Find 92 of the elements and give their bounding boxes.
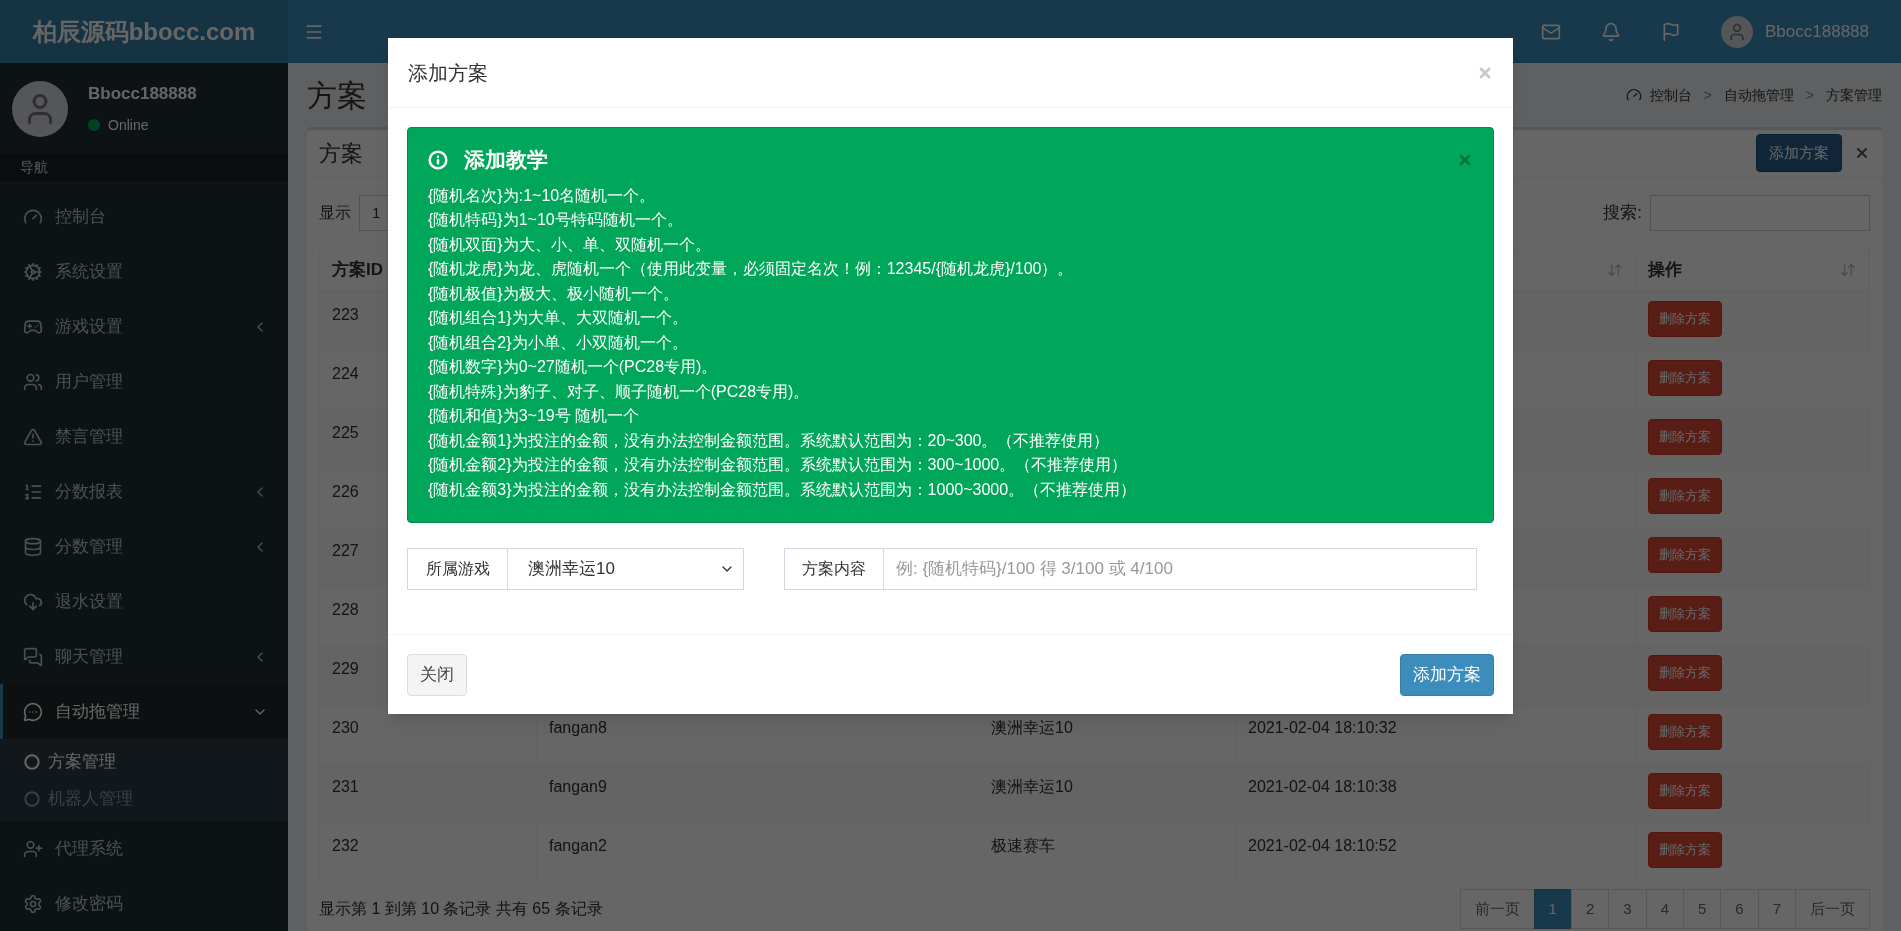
alert-title: 添加教学 <box>464 147 549 173</box>
submenu-item[interactable]: 方案管理 <box>0 743 288 780</box>
search-label: 搜索: <box>1603 202 1642 225</box>
page-link[interactable]: 2 <box>1570 889 1610 929</box>
table-cell: 224 <box>332 365 359 382</box>
plan-content-field[interactable]: 例: {随机特码}/100 得 3/100 或 4/100 <box>884 548 1477 590</box>
page-title: 方案 <box>307 78 367 112</box>
modal-title: 添加方案 <box>408 60 489 86</box>
gear-icon <box>23 893 43 914</box>
comment-icon <box>23 701 43 722</box>
circle-icon <box>24 790 40 807</box>
breadcrumb-separator: > <box>1805 85 1814 105</box>
alert-line: {随机特殊}为豹子、对子、顺子随机一个(PC28专用)。 <box>428 381 811 402</box>
alert-line: {随机名次}为:1~10名随机一个。 <box>428 185 657 206</box>
flag-icon[interactable] <box>1661 21 1681 42</box>
table-cell: 2021-02-04 18:10:38 <box>1248 778 1397 795</box>
table-cell: 230 <box>332 719 359 736</box>
table-cell: 2021-02-04 18:10:32 <box>1248 719 1397 736</box>
table-cell: 澳洲幸运10 <box>991 719 1073 736</box>
alert-line: {随机金额2}为投注的金额，没有办法控制金额范围。系统默认范围为：300~1000。（不推荐使用） <box>428 455 1129 475</box>
breadcrumb-link[interactable]: 自动拖管理 <box>1723 84 1794 106</box>
page-link[interactable]: 1 <box>1533 889 1572 929</box>
avatar[interactable] <box>1721 15 1753 48</box>
chat-icon <box>23 646 43 667</box>
table-cell: 227 <box>332 542 359 559</box>
table-cell: 231 <box>332 778 359 795</box>
delete-button[interactable]: 删除方案 <box>1648 714 1722 750</box>
delete-button[interactable]: 删除方案 <box>1648 301 1722 337</box>
gears-icon <box>23 261 43 282</box>
users-icon <box>23 371 43 392</box>
show-label: 显示 <box>319 203 351 223</box>
table-info: 显示第 1 到第 10 条记录 共有 65 条记录 <box>319 899 604 919</box>
table-cell: 232 <box>332 837 359 854</box>
game-select[interactable]: 所属游戏 澳洲幸运10 <box>407 548 744 590</box>
table-cell: 223 <box>332 306 359 323</box>
field-label: 方案内容 <box>784 548 884 590</box>
alert-line: {随机金额3}为投注的金额，没有办法控制金额范围。系统默认范围为：1000~3000。（不推荐使用） <box>428 479 1138 500</box>
page-link[interactable]: 7 <box>1757 889 1796 929</box>
alert-line: {随机和值}为3~19号 随机一个 <box>428 406 641 426</box>
bell-icon[interactable] <box>1601 21 1621 42</box>
warning-icon <box>23 426 43 447</box>
alert-line: {随机组合1}为大单、大双随机一个。 <box>428 308 689 328</box>
username[interactable]: Bbocc188888 <box>1765 18 1869 45</box>
delete-button[interactable]: 删除方案 <box>1648 360 1722 396</box>
delete-button[interactable]: 删除方案 <box>1648 478 1722 514</box>
info-icon <box>428 149 448 170</box>
alert-line: {随机极值}为极大、极小随机一个。 <box>428 283 680 304</box>
nav-section-label: 导航 <box>20 158 48 178</box>
delete-button[interactable]: 删除方案 <box>1648 537 1722 573</box>
table-cell: 225 <box>332 424 359 441</box>
table-cell: 极速赛车 <box>991 837 1055 854</box>
close-button[interactable]: 关闭 <box>407 653 467 696</box>
dashboard-icon <box>1625 87 1642 103</box>
delete-button[interactable]: 删除方案 <box>1648 655 1722 691</box>
cloud-download-icon <box>23 591 43 612</box>
page-link[interactable]: 6 <box>1720 889 1759 929</box>
user-plus-icon <box>23 838 43 859</box>
alert-line: {随机龙虎}为龙、虎随机一个（使用此变量，必须固定名次！例：12345/{随机龙虎}/100）。 <box>428 259 1075 279</box>
table-cell: 228 <box>332 601 359 618</box>
table-cell: 229 <box>332 660 359 677</box>
submit-button[interactable]: 添加方案 <box>1400 653 1494 696</box>
page-link[interactable]: 3 <box>1608 889 1647 929</box>
database-icon <box>23 536 43 557</box>
breadcrumb-link[interactable]: 控制台 <box>1649 84 1692 106</box>
alert-line: {随机数字}为0~27随机一个(PC28专用)。 <box>428 357 719 377</box>
alert-line: {随机双面}为大、小、单、双随机一个。 <box>428 234 712 255</box>
panel-title: 方案 <box>319 140 363 166</box>
sort-icon[interactable] <box>1607 262 1623 278</box>
sort-icon[interactable] <box>1840 262 1856 278</box>
page-link[interactable]: 4 <box>1645 889 1684 929</box>
alert-line: {随机组合2}为小单、小双随机一个。 <box>428 332 689 353</box>
table-cell: fangan2 <box>549 837 607 854</box>
column-header[interactable]: 操作 <box>1648 257 1840 283</box>
add-plan-button[interactable]: 添加方案 <box>1756 134 1842 172</box>
logo: 柏辰源码bbocc.com <box>0 0 288 63</box>
delete-button[interactable]: 删除方案 <box>1648 773 1722 809</box>
page-link[interactable]: 5 <box>1682 889 1722 929</box>
table-cell: 2021-02-04 18:10:52 <box>1248 837 1397 854</box>
table-cell: 澳洲幸运10 <box>991 778 1073 795</box>
delete-button[interactable]: 删除方案 <box>1648 596 1722 632</box>
alert-line: {随机特码}为1~10号特码随机一个。 <box>428 210 684 230</box>
table-cell: fangan8 <box>549 719 607 736</box>
status-text: Online <box>108 115 149 135</box>
close-icon[interactable] <box>1854 145 1870 161</box>
circle-icon <box>24 753 40 770</box>
table-cell: 226 <box>332 483 359 500</box>
table-cell: fangan9 <box>549 778 607 795</box>
user-name: Bbocc188888 <box>88 83 197 106</box>
breadcrumb-separator: > <box>1703 85 1712 105</box>
alert-line: {随机金额1}为投注的金额，没有办法控制金额范围。系统默认范围为：20~300。（不推荐使用） <box>428 430 1111 451</box>
delete-button[interactable]: 删除方案 <box>1648 832 1722 868</box>
delete-button[interactable]: 删除方案 <box>1648 419 1722 455</box>
